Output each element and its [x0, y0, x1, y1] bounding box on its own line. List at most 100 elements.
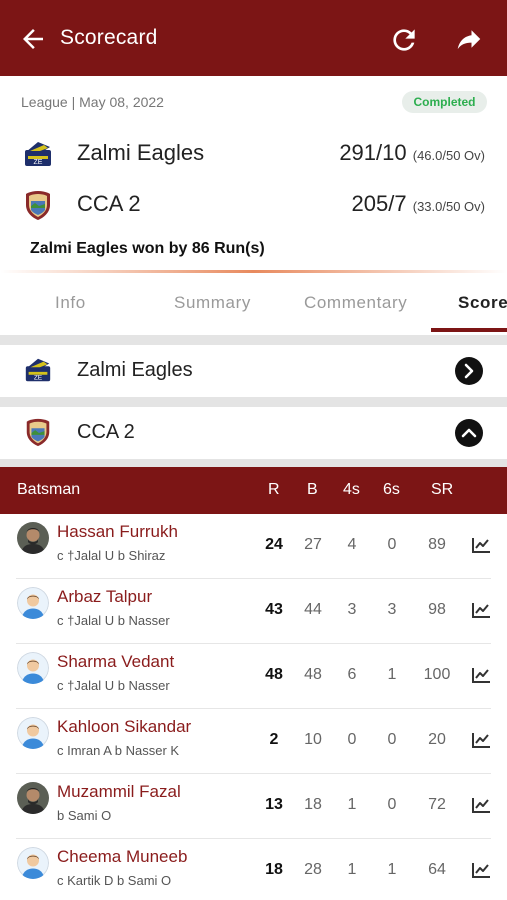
section-gap — [0, 335, 507, 345]
player-name[interactable]: Muzammil Fazal — [57, 782, 181, 802]
player-avatar-icon — [17, 717, 49, 749]
sixes-value: 1 — [387, 861, 397, 878]
strike-rate-value: 72 — [428, 796, 446, 813]
col-fours: 4s — [343, 481, 360, 498]
fours-value: 0 — [347, 731, 357, 748]
team-crest-icon — [26, 418, 50, 447]
balls-value: 44 — [304, 601, 322, 618]
player-avatar-icon — [17, 847, 49, 879]
runs-value: 43 — [265, 601, 283, 618]
tab-bar: Info Summary Commentary Score — [0, 273, 507, 335]
balls-value: 18 — [304, 796, 322, 813]
chevron-up-icon[interactable] — [455, 419, 483, 447]
player-name[interactable]: Hassan Furrukh — [57, 522, 178, 542]
strike-rate-value: 64 — [428, 861, 446, 878]
player-avatar-icon — [17, 782, 49, 814]
section-gap — [0, 397, 507, 407]
table-row[interactable]: Arbaz Talpur c †Jalal U b Nasser 43 44 3… — [0, 579, 507, 644]
tab-info[interactable]: Info — [55, 293, 86, 313]
chart-icon[interactable] — [471, 536, 491, 554]
sixes-value: 0 — [387, 731, 397, 748]
strike-rate-value: 20 — [428, 731, 446, 748]
fours-value: 4 — [347, 536, 357, 553]
dismissal-text: c †Jalal U b Nasser — [57, 613, 170, 628]
chart-icon[interactable] — [471, 601, 491, 619]
strike-rate-value: 98 — [428, 601, 446, 618]
player-name[interactable]: Arbaz Talpur — [57, 587, 152, 607]
fours-value: 3 — [347, 601, 357, 618]
match-result: Zalmi Eagles won by 86 Run(s) — [30, 240, 265, 257]
chart-icon[interactable] — [471, 666, 491, 684]
page-title: Scorecard — [60, 26, 158, 49]
svg-text:ZE: ZE — [34, 159, 43, 166]
chart-icon[interactable] — [471, 796, 491, 814]
sixes-value: 0 — [387, 536, 397, 553]
runs-value: 24 — [265, 536, 283, 553]
dismissal-text: b Sami O — [57, 808, 112, 823]
strike-rate-value: 100 — [423, 666, 451, 683]
innings-panel-1[interactable]: ZE Zalmi Eagles — [0, 345, 507, 397]
player-name[interactable]: Kahloon Sikandar — [57, 717, 191, 737]
col-batsman: Batsman — [17, 481, 81, 498]
innings-team-name: Zalmi Eagles — [77, 359, 193, 381]
table-row[interactable]: Cheema Muneeb c Kartik D b Sami O 18 28 … — [0, 839, 507, 900]
svg-text:ZE: ZE — [34, 374, 43, 381]
tab-commentary[interactable]: Commentary — [304, 293, 407, 313]
table-row[interactable]: Muzammil Fazal b Sami O 13 18 1 0 72 — [0, 774, 507, 839]
sixes-value: 3 — [387, 601, 397, 618]
balls-value: 10 — [304, 731, 322, 748]
chart-icon[interactable] — [471, 731, 491, 749]
dismissal-text: c Imran A b Nasser K — [57, 743, 180, 758]
runs-value: 2 — [269, 731, 279, 748]
balls-value: 28 — [304, 861, 322, 878]
col-runs: R — [268, 481, 280, 498]
team-name: Zalmi Eagles — [77, 140, 205, 165]
fours-value: 1 — [347, 861, 357, 878]
col-balls: B — [307, 481, 318, 498]
player-name[interactable]: Sharma Vedant — [57, 652, 174, 672]
tab-score[interactable]: Score — [458, 293, 507, 313]
team-logo-icon: ZE — [25, 358, 51, 381]
status-badge: Completed — [402, 91, 487, 113]
team-row-1: ZE Zalmi Eagles 291/10 (46.0/50 Ov) — [0, 134, 507, 174]
team-crest-icon — [26, 191, 50, 220]
innings-panel-2[interactable]: CCA 2 — [0, 407, 507, 459]
runs-value: 18 — [265, 861, 283, 878]
team-logo-icon: ZE — [25, 142, 51, 166]
player-avatar-icon — [17, 522, 49, 554]
runs-value: 48 — [265, 666, 283, 683]
balls-value: 27 — [304, 536, 322, 553]
team-score: 291/10 (46.0/50 Ov) — [339, 140, 485, 165]
dismissal-text: c †Jalal U b Shiraz — [57, 548, 166, 563]
active-tab-indicator — [431, 328, 507, 332]
dismissal-text: c Kartik D b Sami O — [57, 873, 172, 888]
fours-value: 1 — [347, 796, 357, 813]
share-icon[interactable] — [452, 24, 486, 54]
section-gap — [0, 459, 507, 467]
team-name: CCA 2 — [77, 191, 141, 216]
player-name[interactable]: Cheema Muneeb — [57, 847, 187, 867]
balls-value: 48 — [304, 666, 322, 683]
fours-value: 6 — [347, 666, 357, 683]
table-row[interactable]: Kahloon Sikandar c Imran A b Nasser K 2 … — [0, 709, 507, 774]
match-meta: League | May 08, 2022 — [21, 94, 164, 110]
sixes-value: 1 — [387, 666, 397, 683]
col-sixes: 6s — [383, 481, 400, 498]
tab-summary[interactable]: Summary — [174, 293, 251, 313]
chevron-right-icon[interactable] — [455, 357, 483, 385]
strike-rate-value: 89 — [428, 536, 446, 553]
team-score: 205/7 (33.0/50 Ov) — [351, 191, 485, 216]
player-avatar-icon — [17, 587, 49, 619]
app-bar: Scorecard — [0, 0, 507, 76]
table-row[interactable]: Sharma Vedant c †Jalal U b Nasser 48 48 … — [0, 644, 507, 709]
player-avatar-icon — [17, 652, 49, 684]
sixes-value: 0 — [387, 796, 397, 813]
table-row[interactable]: Hassan Furrukh c †Jalal U b Shiraz 24 27… — [0, 514, 507, 579]
team-row-2: CCA 2 205/7 (33.0/50 Ov) — [0, 185, 507, 225]
refresh-icon[interactable] — [388, 24, 420, 56]
col-strike-rate: SR — [431, 481, 454, 498]
chart-icon[interactable] — [471, 861, 491, 879]
back-arrow-icon[interactable] — [18, 24, 48, 54]
batting-table-header: Batsman R B 4s 6s SR — [0, 467, 507, 514]
dismissal-text: c †Jalal U b Nasser — [57, 678, 170, 693]
